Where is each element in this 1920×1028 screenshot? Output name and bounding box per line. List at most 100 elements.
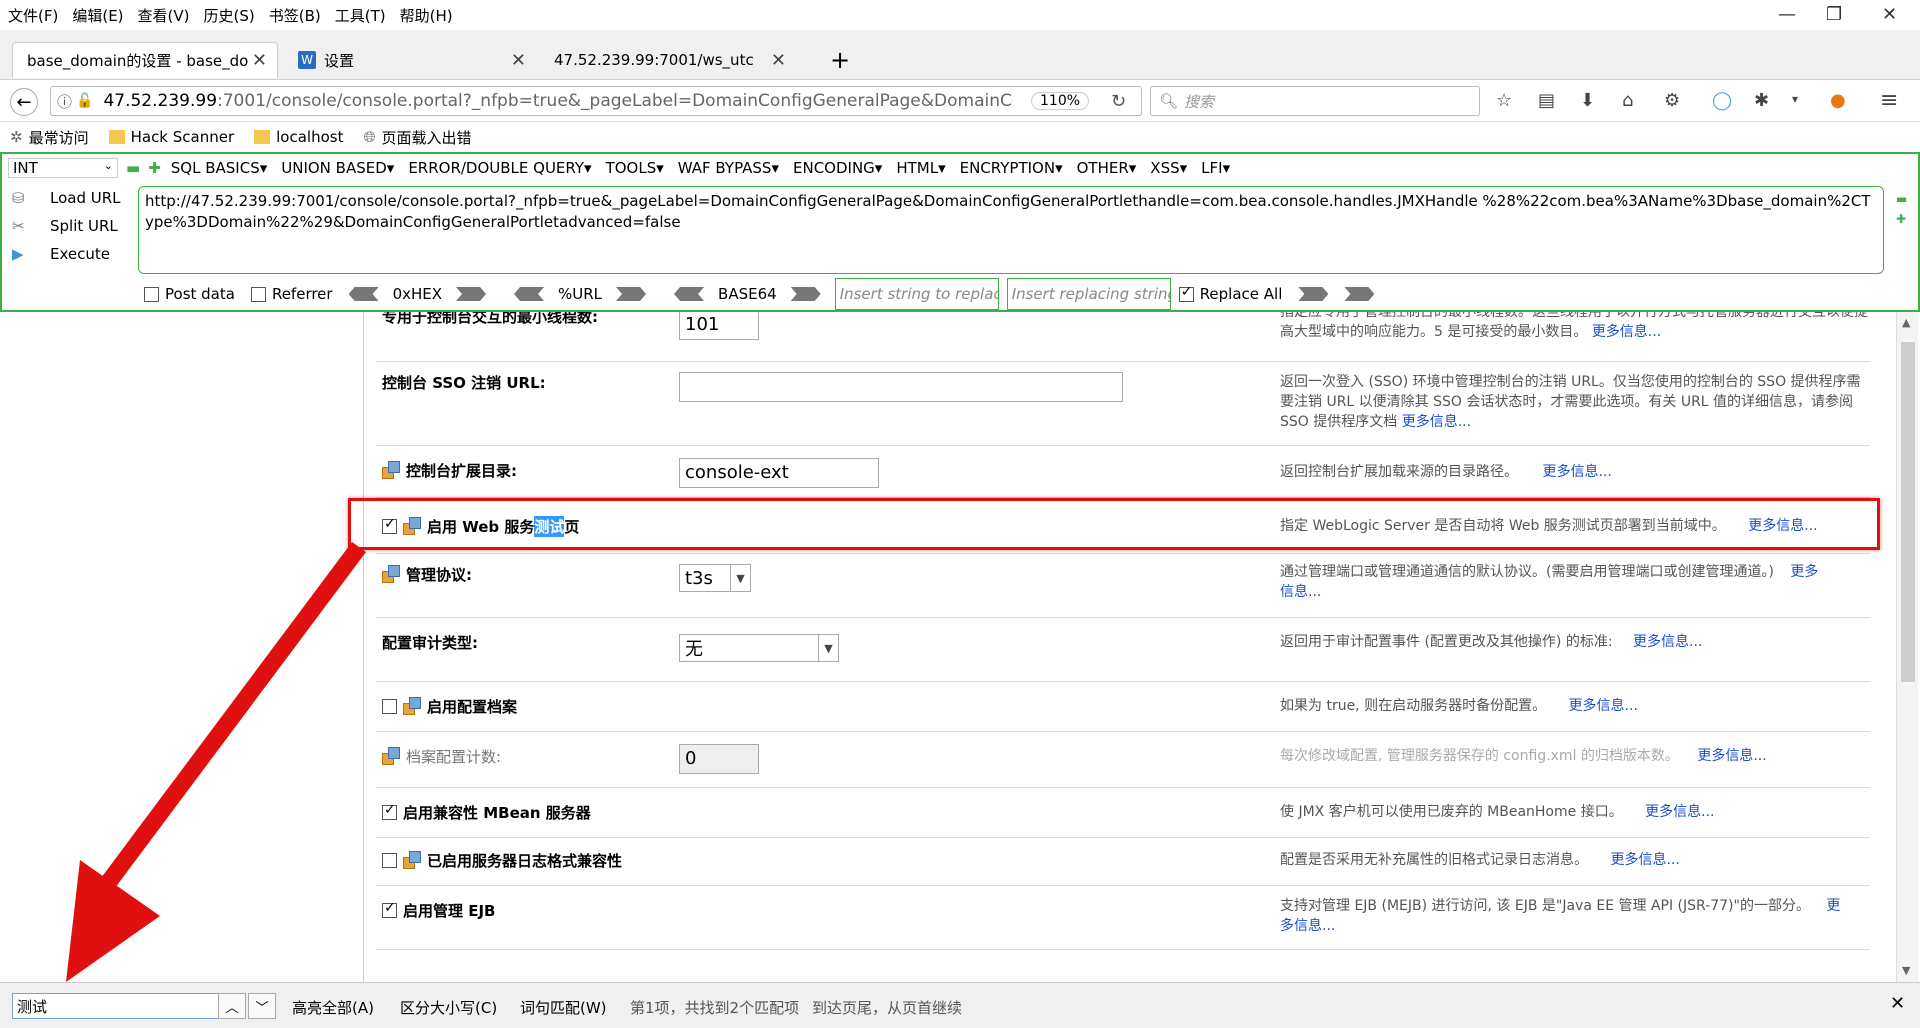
maximize-icon[interactable]: ❐ bbox=[1826, 4, 1842, 25]
address-bar[interactable]: ⓘ 🔓 47.52.239.99 :7001/console/console.p… bbox=[50, 86, 1142, 116]
find-wrap-notice: 到达页尾，从页首继续 bbox=[812, 999, 963, 1017]
split-url-button[interactable]: ✂ Split URL bbox=[12, 212, 132, 240]
zoom-level[interactable]: 110% bbox=[1031, 92, 1090, 110]
reload-icon[interactable]: ↻ bbox=[1111, 91, 1126, 112]
hex-decode-arrow-icon[interactable] bbox=[348, 287, 379, 301]
menu-other[interactable]: OTHER▾ bbox=[1077, 159, 1137, 177]
url-path: :7001/console/console.portal?_nfpb=true&… bbox=[217, 91, 1014, 111]
highlight-all-toggle[interactable]: 高亮全部(A) bbox=[292, 997, 374, 1018]
tab-label: 设置 bbox=[324, 51, 355, 70]
menu-union-based[interactable]: UNION BASED▾ bbox=[281, 159, 394, 177]
bookmark-hack-scanner[interactable]: Hack Scanner bbox=[108, 128, 234, 146]
load-url-label: Load URL bbox=[50, 189, 121, 207]
insecure-lock-icon: 🔓 bbox=[76, 93, 94, 109]
chevron-down-icon: ⌄ bbox=[103, 159, 113, 172]
find-previous-button[interactable]: ︿ bbox=[218, 993, 246, 1019]
extension-bug-icon[interactable]: ✱ bbox=[1754, 90, 1769, 111]
replace-arrow-icon[interactable] bbox=[1298, 287, 1329, 301]
base64-decode-arrow-icon[interactable] bbox=[674, 287, 705, 301]
menu-file[interactable]: 文件(F) bbox=[8, 5, 58, 26]
page-content: 专用于控制台交互的最小线程数: 101 指定应专用于管理控制台的最小线程数。这些… bbox=[0, 312, 1920, 982]
type-select[interactable]: INT ⌄ bbox=[8, 158, 118, 178]
base64-encode-arrow-icon[interactable] bbox=[790, 287, 821, 301]
close-window-icon[interactable]: ✕ bbox=[1882, 4, 1897, 25]
hex-encode-arrow-icon[interactable] bbox=[456, 287, 487, 301]
plus-icon[interactable]: ✚ bbox=[148, 159, 161, 177]
minimize-icon[interactable]: — bbox=[1778, 4, 1796, 25]
split-url-icon: ✂ bbox=[12, 217, 25, 235]
download-icon[interactable]: ⬇ bbox=[1580, 90, 1595, 111]
tab-domain-settings[interactable]: base_domain的设置 - base_do ✕ bbox=[12, 42, 278, 78]
execute-button[interactable]: ▶ Execute bbox=[12, 240, 132, 268]
menu-tools[interactable]: 工具(T) bbox=[335, 5, 386, 26]
menu-waf-bypass[interactable]: WAF BYPASS▾ bbox=[678, 159, 779, 177]
find-next-button[interactable]: ﹀ bbox=[248, 993, 276, 1019]
new-tab-button[interactable]: + bbox=[816, 42, 850, 78]
search-icon: 🔍︎ bbox=[1159, 92, 1179, 110]
menu-bookmarks[interactable]: 书签(B) bbox=[269, 5, 321, 26]
firefox-profile-icon[interactable]: ● bbox=[1830, 90, 1846, 111]
replace-all-checkbox[interactable] bbox=[1178, 284, 1194, 302]
close-tab-icon[interactable]: ✕ bbox=[511, 50, 526, 71]
scrollbar-thumb[interactable] bbox=[1901, 342, 1915, 682]
replace-all-arrow-icon[interactable] bbox=[1344, 287, 1375, 301]
navigation-bar: ← ⓘ 🔓 47.52.239.99 :7001/console/console… bbox=[0, 80, 1920, 122]
menu-encoding[interactable]: ENCODING▾ bbox=[793, 159, 882, 177]
menu-view[interactable]: 查看(V) bbox=[138, 5, 190, 26]
find-input[interactable]: 测试 bbox=[12, 993, 220, 1019]
menu-xss[interactable]: XSS▾ bbox=[1150, 159, 1187, 177]
search-box[interactable]: 🔍︎ 搜索 bbox=[1150, 86, 1480, 116]
load-url-button[interactable]: ⛁ Load URL bbox=[12, 184, 132, 212]
plus-icon[interactable]: ✚ bbox=[1896, 212, 1906, 226]
execute-icon: ▶ bbox=[12, 245, 24, 263]
info-icon[interactable]: ⓘ bbox=[57, 91, 72, 112]
hackbar-menu: INT ⌄ ▬ ✚ SQL BASICS▾ UNION BASED▾ ERROR… bbox=[8, 156, 1244, 180]
menu-help[interactable]: 帮助(H) bbox=[400, 5, 453, 26]
hackbar-url-textarea[interactable]: http://47.52.239.99:7001/console/console… bbox=[138, 186, 1884, 274]
referrer-checkbox[interactable] bbox=[250, 286, 266, 302]
post-data-label: Post data bbox=[165, 285, 235, 303]
menu-tools[interactable]: TOOLS▾ bbox=[606, 159, 664, 177]
url-encode-arrow-icon[interactable] bbox=[616, 287, 647, 301]
folder-icon bbox=[108, 130, 125, 144]
find-status: 第1项，共找到2个匹配项 bbox=[630, 999, 800, 1017]
bookmark-localhost[interactable]: localhost bbox=[254, 128, 343, 146]
dropdown-arrow-icon[interactable]: ▾ bbox=[1792, 92, 1798, 106]
tab-ws-utc[interactable]: 47.52.239.99:7001/ws_utc/css/ ✕ bbox=[540, 42, 796, 78]
hex-label: 0xHEX bbox=[392, 285, 443, 303]
url-host: 47.52.239.99 bbox=[103, 91, 218, 111]
extension-circle-icon[interactable]: ◯ bbox=[1712, 90, 1732, 111]
bookmark-star-icon[interactable]: ☆ bbox=[1496, 90, 1512, 111]
menu-history[interactable]: 历史(S) bbox=[204, 5, 255, 26]
menu-error-double-query[interactable]: ERROR/DOUBLE QUERY▾ bbox=[408, 159, 591, 177]
home-icon[interactable]: ⌂ bbox=[1622, 90, 1633, 111]
tab-settings[interactable]: W 设置 ✕ bbox=[284, 42, 536, 78]
menu-html[interactable]: HTML▾ bbox=[896, 159, 945, 177]
back-button[interactable]: ← bbox=[10, 88, 38, 116]
insert-string-input[interactable]: Insert string to replace bbox=[834, 278, 999, 310]
scroll-down-icon[interactable]: ▼ bbox=[1902, 964, 1910, 977]
minus-icon[interactable]: ▬ bbox=[126, 159, 140, 177]
insert-replacing-input[interactable]: Insert replacing string bbox=[1006, 278, 1171, 310]
extension-gear-icon[interactable]: ⚙ bbox=[1664, 90, 1680, 111]
scroll-up-icon[interactable]: ▲ bbox=[1902, 316, 1910, 329]
reading-list-icon[interactable]: ▤ bbox=[1538, 90, 1555, 111]
url-decode-arrow-icon[interactable] bbox=[514, 287, 545, 301]
close-find-bar-icon[interactable]: ✕ bbox=[1890, 993, 1905, 1014]
hamburger-menu-icon[interactable]: ≡ bbox=[1880, 88, 1898, 113]
match-case-toggle[interactable]: 区分大小写(C) bbox=[400, 997, 497, 1018]
whole-word-toggle[interactable]: 词句匹配(W) bbox=[520, 997, 607, 1018]
menu-encryption[interactable]: ENCRYPTION▾ bbox=[960, 159, 1063, 177]
minus-icon[interactable]: ▬ bbox=[1896, 192, 1907, 206]
close-tab-icon[interactable]: ✕ bbox=[771, 50, 786, 71]
bookmark-page-load-error[interactable]: 🌐︎ 页面载入出错 bbox=[363, 127, 471, 148]
vertical-scrollbar[interactable]: ▲ ▼ bbox=[1896, 312, 1918, 982]
post-data-checkbox[interactable] bbox=[144, 286, 159, 302]
menu-edit[interactable]: 编辑(E) bbox=[72, 5, 123, 26]
menu-sql-basics[interactable]: SQL BASICS▾ bbox=[171, 159, 267, 177]
bookmark-most-visited[interactable]: ✲ 最常访问 bbox=[10, 127, 89, 148]
menu-bar: 文件(F) 编辑(E) 查看(V) 历史(S) 书签(B) 工具(T) 帮助(H… bbox=[0, 0, 1920, 30]
close-tab-icon[interactable]: ✕ bbox=[252, 50, 267, 71]
menu-lfi[interactable]: LFI▾ bbox=[1201, 159, 1230, 177]
annotation-arrow bbox=[66, 542, 366, 982]
